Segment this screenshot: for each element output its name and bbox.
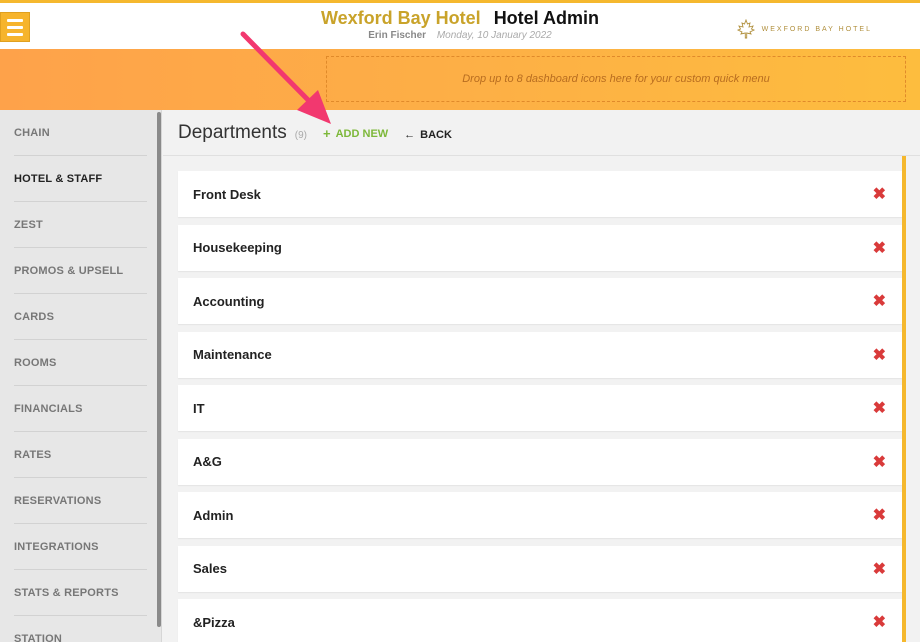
- sidebar-item-financials[interactable]: FINANCIALS: [14, 386, 147, 432]
- back-label: BACK: [420, 129, 452, 141]
- sidebar-scrollbar[interactable]: [157, 112, 161, 627]
- header-divider: [163, 155, 920, 156]
- department-name: Maintenance: [193, 347, 272, 362]
- sidebar-item-chain[interactable]: CHAIN: [14, 110, 147, 156]
- department-list: Front Desk ✖ Housekeeping ✖ Accounting ✖…: [178, 171, 902, 642]
- user-name: Erin Fischer: [368, 30, 427, 41]
- department-name: IT: [193, 400, 205, 416]
- list-item[interactable]: Housekeeping ✖: [178, 224, 902, 271]
- delete-x-icon[interactable]: ✖: [873, 398, 886, 418]
- delete-x-icon[interactable]: ✖: [873, 184, 886, 204]
- arrow-left-icon: ←: [404, 129, 416, 141]
- add-new-label: ADD NEW: [335, 127, 389, 140]
- list-item[interactable]: Admin ✖: [178, 492, 902, 538]
- page-title: Departments: [178, 122, 287, 143]
- department-count: (9): [294, 130, 308, 141]
- sidebar-item-zest[interactable]: ZEST: [14, 202, 147, 248]
- department-name: &Pizza: [193, 614, 235, 630]
- add-new-button[interactable]: + ADD NEW: [323, 126, 388, 141]
- department-name: Admin: [193, 507, 234, 523]
- sidebar-item-rooms[interactable]: ROOMS: [14, 340, 147, 386]
- sidebar-item-station[interactable]: STATION: [14, 616, 147, 642]
- sidebar-item-integrations[interactable]: INTEGRATIONS: [14, 524, 147, 570]
- sidebar-item-reservations[interactable]: RESERVATIONS: [14, 478, 147, 524]
- brand-logo: WEXFORD BAY HOTEL: [736, 19, 872, 39]
- sidebar-item-promos-upsell[interactable]: PROMOS & UPSELL: [14, 248, 147, 294]
- list-scroll-accent: [902, 156, 906, 642]
- delete-x-icon[interactable]: ✖: [873, 452, 886, 472]
- list-item[interactable]: A&G ✖: [178, 438, 902, 485]
- department-name: Accounting: [193, 293, 265, 309]
- delete-x-icon[interactable]: ✖: [873, 612, 886, 632]
- list-item[interactable]: Accounting ✖: [178, 278, 902, 324]
- sidebar-item-cards[interactable]: CARDS: [14, 294, 147, 340]
- plus-icon: +: [323, 126, 331, 141]
- department-name: Front Desk: [193, 186, 261, 202]
- quick-menu-band: Drop up to 8 dashboard icons here for yo…: [0, 49, 920, 110]
- back-button[interactable]: ← BACK: [404, 129, 452, 141]
- list-item[interactable]: IT ✖: [178, 385, 902, 431]
- main-content: Departments (9) + ADD NEW ← BACK Front D…: [163, 110, 920, 642]
- delete-x-icon[interactable]: ✖: [873, 291, 886, 311]
- brand-text: WEXFORD BAY HOTEL: [761, 25, 872, 33]
- delete-x-icon[interactable]: ✖: [873, 559, 886, 579]
- hotel-name: Wexford Bay Hotel: [320, 8, 481, 28]
- list-item[interactable]: Maintenance ✖: [178, 331, 902, 378]
- app-name: Hotel Admin: [493, 8, 600, 28]
- current-date: Monday, 10 January 2022: [436, 30, 552, 41]
- quick-menu-dropzone[interactable]: Drop up to 8 dashboard icons here for yo…: [326, 56, 906, 102]
- list-item[interactable]: Front Desk ✖: [178, 171, 902, 217]
- page-header: Departments (9) + ADD NEW ← BACK: [178, 122, 452, 144]
- sidebar: CHAIN HOTEL & STAFF ZEST PROMOS & UPSELL…: [0, 110, 162, 642]
- sidebar-item-rates[interactable]: RATES: [14, 432, 147, 478]
- list-item[interactable]: &Pizza ✖: [178, 599, 902, 642]
- department-name: A&G: [193, 454, 222, 469]
- sidebar-item-hotel-staff[interactable]: HOTEL & STAFF: [14, 156, 147, 202]
- list-item[interactable]: Sales ✖: [178, 545, 902, 592]
- top-header: Wexford Bay Hotel Hotel Admin Erin Fisch…: [0, 0, 920, 49]
- delete-x-icon[interactable]: ✖: [873, 345, 886, 365]
- dropzone-placeholder: Drop up to 8 dashboard icons here for yo…: [462, 73, 770, 85]
- delete-x-icon[interactable]: ✖: [873, 505, 886, 525]
- sidebar-item-stats-reports[interactable]: STATS & REPORTS: [14, 570, 147, 616]
- maple-leaf-icon: [736, 19, 755, 39]
- department-name: Housekeeping: [193, 240, 282, 255]
- department-name: Sales: [193, 561, 227, 576]
- delete-x-icon[interactable]: ✖: [873, 238, 886, 258]
